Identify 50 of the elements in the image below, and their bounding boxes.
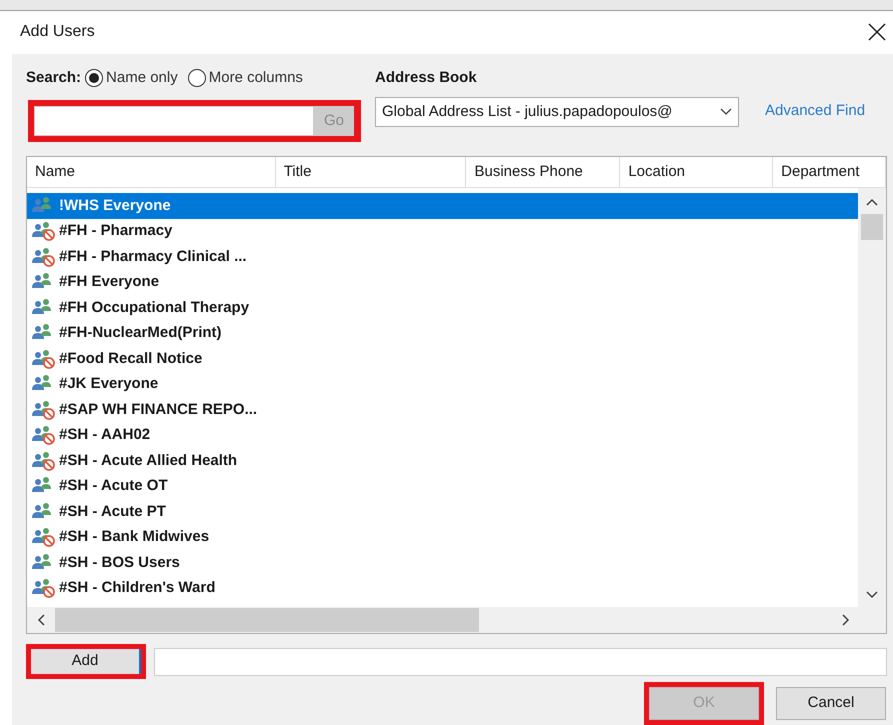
list-row[interactable]: !WHS Everyone (27, 193, 858, 218)
list-row[interactable]: #FH Occupational Therapy (27, 295, 858, 320)
list-row[interactable]: #SAP WH FINANCE REPO... (27, 397, 858, 422)
list-row[interactable]: #FH-NuclearMed(Print) (27, 320, 858, 346)
list-row[interactable]: #SH - Children's Ward (27, 576, 858, 601)
search-field[interactable] (34, 106, 314, 136)
column-header[interactable]: Business Phone (466, 157, 620, 187)
column-header[interactable]: Location (620, 157, 774, 187)
list-row[interactable]: #SH - Bank Midwives (27, 524, 858, 550)
list-row[interactable]: #SH - BOS Users (27, 550, 858, 576)
horizontal-scrollbar[interactable] (27, 607, 886, 633)
window-title: Add Users (20, 22, 95, 42)
list-row[interactable]: #JK Everyone (27, 372, 858, 397)
add-button[interactable]: Add (31, 649, 141, 674)
chevron-right-icon[interactable] (842, 614, 850, 626)
search-option-radio[interactable]: Name only (85, 66, 178, 90)
column-header[interactable]: Title (276, 157, 466, 187)
address-book-label: Address Book (375, 68, 478, 88)
list-row[interactable]: #SH - Acute PT (27, 499, 858, 524)
chevron-down-icon[interactable] (866, 591, 878, 599)
chevron-up-icon[interactable] (866, 198, 878, 206)
address-book-dropdown[interactable]: Global Address List - julius.papadopoulos@ (375, 97, 739, 127)
list-row[interactable]: #FH - Pharmacy Clinical ... (27, 244, 858, 270)
restricted-group-icon (31, 578, 57, 598)
vertical-scrollbar[interactable] (858, 188, 886, 607)
search-option-radio[interactable]: More columns (188, 66, 303, 90)
close-icon[interactable] (867, 22, 887, 42)
restricted-group-icon (31, 450, 57, 471)
restricted-group-icon (31, 527, 57, 548)
chevron-left-icon[interactable] (37, 614, 45, 626)
restricted-group-icon (31, 246, 57, 267)
restricted-group-icon (31, 221, 57, 242)
column-header[interactable]: Department (773, 157, 886, 187)
list-row[interactable]: #SH - AAH02 (27, 422, 858, 448)
restricted-group-icon (31, 348, 57, 369)
dialog-button[interactable]: Cancel (776, 687, 886, 720)
list-row[interactable]: #Food Recall Notice (27, 346, 858, 372)
chevron-down-icon (720, 108, 732, 116)
scrollbar-thumb[interactable] (55, 608, 479, 632)
add-users-field[interactable] (154, 648, 887, 676)
list-row[interactable]: #FH - Pharmacy (27, 218, 858, 244)
column-header[interactable]: Name (27, 157, 276, 187)
restricted-group-icon (31, 425, 57, 446)
list-row[interactable]: #FH Everyone (27, 270, 858, 295)
list-row[interactable]: #SH - Acute Allied Health (27, 448, 858, 474)
restricted-group-icon (31, 400, 57, 420)
advanced-find-link[interactable]: Advanced Find (765, 100, 866, 122)
search-label: Search: (26, 68, 82, 88)
list-row[interactable]: #SH - Acute OT (27, 474, 858, 499)
scrollbar-thumb[interactable] (861, 214, 883, 240)
